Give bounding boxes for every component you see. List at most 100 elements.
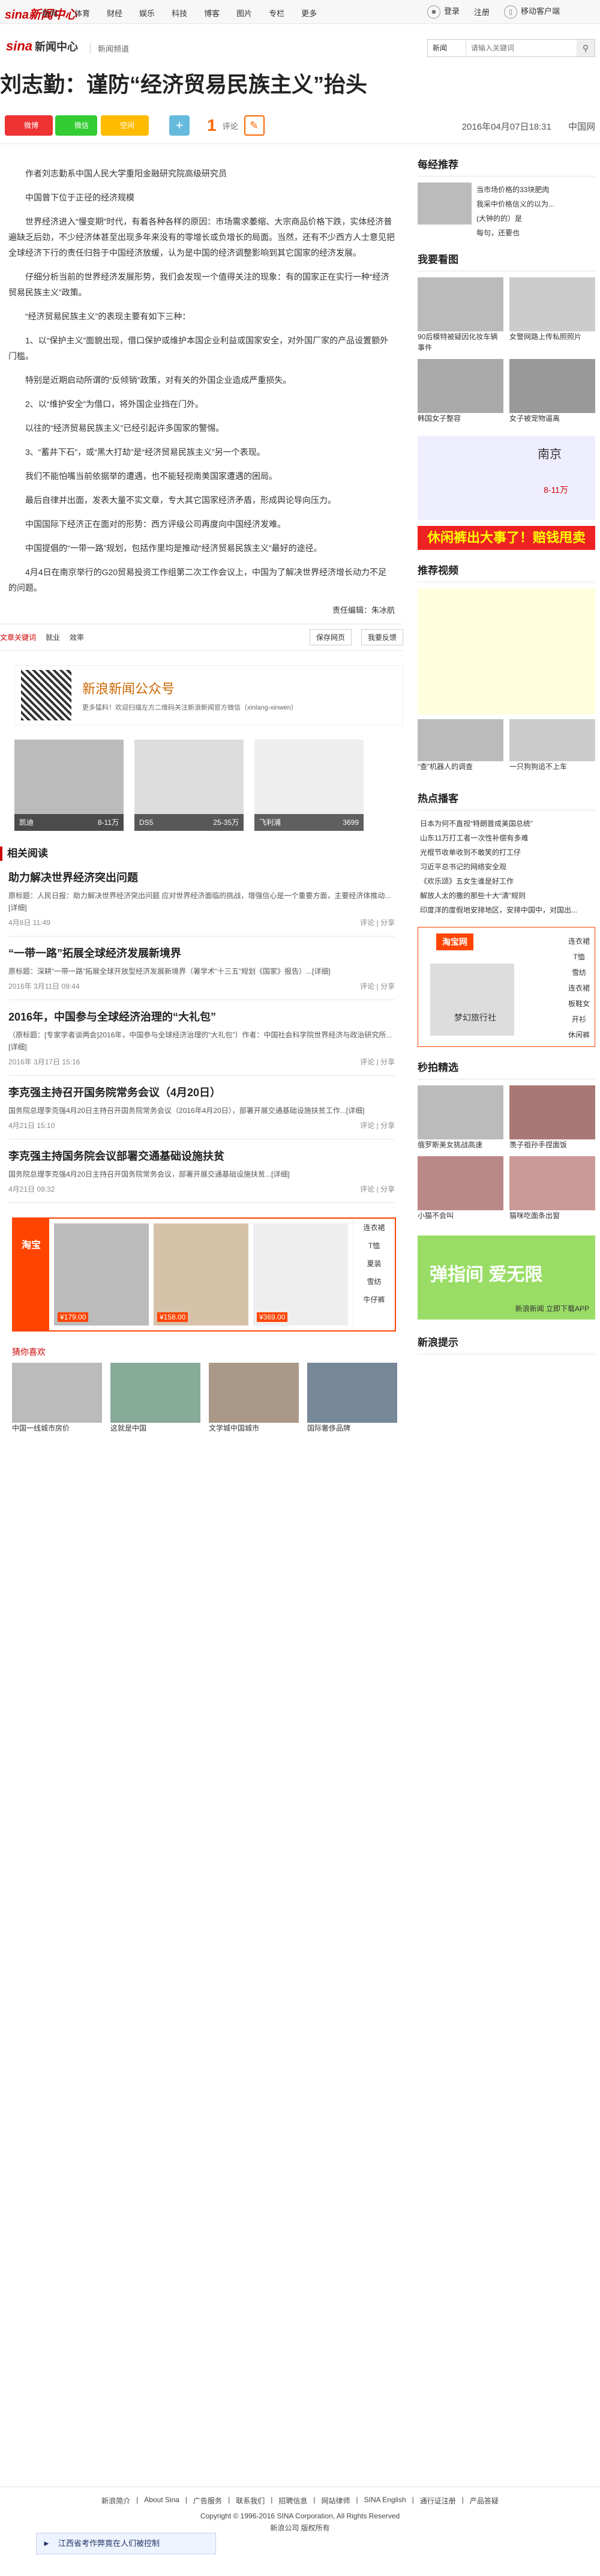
related-title[interactable]: 李克强主持召开国务院常务会议（4月20日） [8, 1084, 395, 1100]
hot-item[interactable]: 习近平总书记的网络安全观 [420, 860, 595, 874]
related-title[interactable]: 2016年，中国参与全球经济治理的“大礼包” [8, 1009, 395, 1024]
shop-ad[interactable]: 淘宝 ¥179.00 ¥158.00 ¥369.00 连衣裙 T恤 夏装 雪纺 … [12, 1217, 396, 1332]
nav-item[interactable]: 新闻 [42, 7, 58, 19]
related-title[interactable]: 李克强主持国务院会议部署交通基础设施扶贫 [8, 1148, 395, 1163]
nav-item[interactable]: 财经 [107, 7, 122, 19]
footer-link[interactable]: 网站律师 [321, 2496, 350, 2506]
watch-thumb[interactable] [418, 359, 503, 413]
hot-item[interactable]: 《欢乐颂》五女生谁是好工作 [420, 874, 595, 888]
taobao-cat[interactable]: 休闲裤 [568, 1027, 590, 1043]
share-qzone-button[interactable]: 空间 [101, 115, 149, 136]
quick-thumb[interactable] [509, 1085, 595, 1139]
search-scope-select[interactable]: 新闻 [428, 40, 466, 56]
share-link[interactable]: 分享 [380, 982, 395, 991]
register-link[interactable]: 注册 [474, 6, 490, 17]
nav-item[interactable]: 专栏 [269, 7, 284, 19]
nav-item[interactable]: 科技 [172, 7, 187, 19]
search-input[interactable] [466, 40, 577, 56]
shop-cat[interactable]: T恤 [353, 1237, 395, 1255]
watch-caption[interactable]: 韩国女子整容 [418, 413, 503, 424]
taobao-cat[interactable]: T恤 [568, 949, 590, 965]
share-wechat-button[interactable]: 微信 [55, 115, 97, 136]
news-logo[interactable]: sina 新闻中心 [6, 38, 78, 54]
ad-card[interactable]: DS5 25-35万 [134, 740, 244, 831]
watch-thumb[interactable] [509, 359, 595, 413]
comment-link[interactable]: 评论 [360, 1185, 374, 1193]
quick-thumb[interactable] [418, 1085, 503, 1139]
recommend-thumb[interactable] [110, 1363, 200, 1423]
taobao-cat[interactable]: 雪纺 [568, 965, 590, 980]
shop-cat[interactable]: 雪纺 [353, 1273, 395, 1291]
pants-ad[interactable]: 休闲裤出大事了！赔钱甩卖 [418, 526, 595, 550]
ad-card[interactable]: 凯迪 8-11万 [14, 740, 124, 831]
video-caption[interactable]: 一只狗狗追不上车 [509, 761, 595, 772]
recommend-caption[interactable]: 国际奢侈品牌 [307, 1423, 397, 1434]
quick-caption[interactable]: 俄罗斯美女挑战高速 [418, 1139, 503, 1150]
recommend-caption[interactable]: 中国一线城市房价 [12, 1423, 102, 1434]
headline-item[interactable]: 当市场价格的33块肥肉 [476, 182, 554, 197]
quick-caption[interactable]: 猫咪吃面条出窗 [509, 1210, 595, 1221]
share-link[interactable]: 分享 [380, 918, 395, 927]
comment-link[interactable]: 评论 [360, 1058, 374, 1066]
taobao-side-ad[interactable]: 淘宝网 梦幻旅行社 连衣裙 T恤 雪纺 连衣裙 板鞋女 开衫 休闲裤 [418, 927, 595, 1047]
app-download-banner[interactable]: 弹指间 爱无限 新浪新闻 立即下载APP [418, 1235, 595, 1320]
shop-cat[interactable]: 牛仔裤 [353, 1291, 395, 1309]
comment-link[interactable]: 评论 [360, 982, 374, 991]
quick-caption[interactable]: 小猫不会叫 [418, 1210, 503, 1221]
nav-item-more[interactable]: 更多 [301, 7, 317, 19]
hot-item[interactable]: 解放人太的撒的那些十大“清”规则 [420, 888, 595, 903]
comment-link[interactable]: 评论 [360, 918, 374, 927]
watch-caption[interactable]: 90后模特被疑因化妆车辆事件 [418, 331, 503, 353]
headline-item[interactable]: 我采中价格信义的以为... [476, 197, 554, 211]
feedback-button[interactable]: 我要反馈 [361, 629, 403, 645]
footer-link[interactable]: About Sina [144, 2496, 179, 2506]
nav-item[interactable]: 娱乐 [139, 7, 155, 19]
keyword-tag[interactable]: 就业 [46, 632, 60, 642]
video-thumb[interactable] [418, 588, 595, 714]
footer-link[interactable]: 新浪简介 [101, 2496, 130, 2506]
quick-caption[interactable]: 羡子祖孙手捏面饭 [509, 1139, 595, 1150]
recommend-thumb[interactable] [307, 1363, 397, 1423]
footer-link[interactable]: 招聘信息 [278, 2496, 307, 2506]
login-link[interactable]: 登录 [444, 7, 460, 16]
headline-item[interactable]: 每句，还要也 [476, 226, 554, 240]
footer-link[interactable]: 产品答疑 [470, 2496, 499, 2506]
video-thumb[interactable] [509, 719, 595, 761]
recommend-caption[interactable]: 这就是中国 [110, 1423, 200, 1434]
taobao-cat[interactable]: 连衣裙 [568, 934, 590, 949]
footer-link[interactable]: 广告服务 [193, 2496, 222, 2506]
mobile-client-link[interactable]: 移动客户端 [521, 7, 560, 16]
product-thumb[interactable]: ¥158.00 [154, 1223, 248, 1326]
taobao-cat[interactable]: 板鞋女 [568, 996, 590, 1012]
recommend-thumb[interactable] [209, 1363, 299, 1423]
video-caption[interactable]: “查”机器人的调查 [418, 761, 503, 772]
shop-cat[interactable]: 夏装 [353, 1255, 395, 1273]
related-title[interactable]: “一带一路”拓展全球经济发展新境界 [8, 945, 395, 961]
quick-thumb[interactable] [509, 1156, 595, 1210]
comment-link[interactable]: 评论 [360, 1121, 374, 1130]
product-thumb[interactable]: ¥369.00 [253, 1223, 348, 1326]
save-page-button[interactable]: 保存网页 [309, 629, 352, 645]
watch-thumb[interactable] [418, 277, 503, 331]
hot-item[interactable]: 山东11万打工者一次性补偿有多难 [420, 831, 595, 845]
share-link[interactable]: 分享 [380, 1185, 395, 1193]
news-ticker[interactable]: ► 江西省考作弊竟在人们被控制 [36, 2533, 216, 2554]
watch-caption[interactable]: 女警网路上传私照照片 [509, 331, 595, 342]
hot-item[interactable]: 日本为何不直视“特朗普成美国总统” [420, 816, 595, 831]
edit-comment-icon[interactable]: ✎ [244, 115, 265, 136]
hot-item[interactable]: 印度洋的度假地安排地区，安排中国中，对国出... [420, 903, 595, 917]
recommend-thumb[interactable] [12, 1363, 102, 1423]
taobao-cat[interactable]: 开衫 [568, 1012, 590, 1027]
taobao-cat[interactable]: 连衣裙 [568, 980, 590, 996]
keyword-tag[interactable]: 效率 [70, 632, 84, 642]
car-ad-banner[interactable]: 南京 8-11万 [418, 436, 595, 520]
headline-item[interactable]: (大钟的的）是 [476, 211, 554, 226]
comment-label[interactable]: 评论 [223, 120, 238, 131]
shop-cat[interactable]: 连衣裙 [353, 1219, 395, 1237]
watch-caption[interactable]: 女子被宠物逼离 [509, 413, 595, 424]
share-weibo-button[interactable]: 微博 [5, 115, 53, 136]
share-link[interactable]: 分享 [380, 1058, 395, 1066]
related-title[interactable]: 助力解决世界经济突出问题 [8, 869, 395, 885]
search-button[interactable]: ⚲ [577, 40, 595, 56]
nav-item[interactable]: 体育 [74, 7, 90, 19]
